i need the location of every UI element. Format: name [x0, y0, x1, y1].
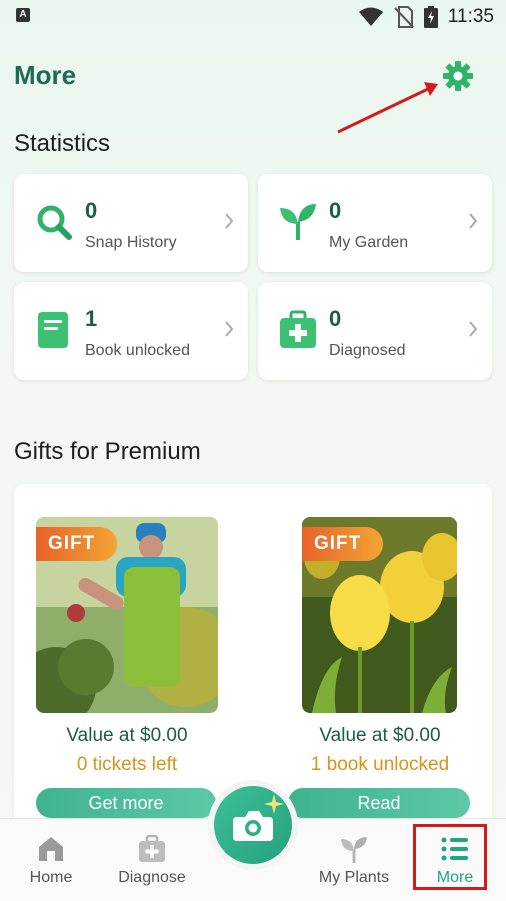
gift-badge: GIFT: [36, 527, 118, 561]
book-icon: [38, 312, 68, 348]
page-title: More: [14, 60, 77, 90]
statistics-title: Statistics: [14, 130, 111, 157]
clock: 11:35: [447, 6, 494, 27]
status-bar: A 11:35: [0, 0, 506, 34]
settings-button[interactable]: [440, 58, 476, 94]
gardener-image[interactable]: GIFT: [36, 517, 218, 713]
chevron-right-icon: [225, 213, 234, 229]
sprout-icon: [280, 204, 316, 240]
no-sim-icon: [394, 6, 414, 28]
chevron-right-icon: [225, 321, 234, 337]
search-icon: [37, 205, 72, 240]
chevron-right-icon: [469, 321, 478, 337]
annotation-arrow: [337, 82, 438, 134]
book-unlocked-card[interactable]: 1 Book unlocked: [14, 282, 248, 380]
stat-label: My Garden: [329, 234, 409, 251]
gift-value: Value at $0.00: [319, 725, 441, 746]
get-more-button[interactable]: Get more: [36, 788, 216, 818]
tulip-image[interactable]: GIFT: [302, 517, 457, 713]
gifts-title: Gifts for Premium: [14, 438, 201, 465]
stat-label: Snap History: [85, 234, 177, 251]
home-icon: [39, 837, 63, 861]
notification-icon: A: [16, 8, 30, 22]
nav-diagnose[interactable]: Diagnose: [110, 819, 194, 901]
wifi-icon: [358, 7, 383, 26]
camera-button[interactable]: [208, 780, 298, 870]
stat-label: Book unlocked: [85, 342, 190, 359]
gift-badge: GIFT: [302, 527, 384, 561]
medical-kit-icon: [139, 835, 165, 862]
gift-book-unlocked: 1 book unlocked: [310, 754, 450, 775]
sparkle-icon: [264, 794, 284, 814]
stat-value: 1: [85, 306, 98, 331]
read-button[interactable]: Read: [288, 788, 470, 818]
battery-charging-icon: [423, 6, 438, 28]
gift-value: Value at $0.00: [66, 725, 188, 746]
nav-label: Home: [29, 869, 73, 886]
stat-value: 0: [329, 306, 342, 331]
gift-tickets-left: 0 tickets left: [76, 754, 178, 775]
nav-home[interactable]: Home: [20, 819, 82, 901]
medical-kit-icon: [280, 310, 316, 348]
stat-label: Diagnosed: [329, 342, 406, 359]
sprout-icon: [341, 837, 367, 863]
chevron-right-icon: [469, 213, 478, 229]
stat-value: 0: [85, 198, 98, 223]
stat-value: 0: [329, 198, 342, 223]
nav-my-plants[interactable]: My Plants: [314, 819, 394, 901]
nav-label: My Plants: [318, 869, 390, 886]
snap-history-card[interactable]: 0 Snap History: [14, 174, 248, 272]
diagnosed-card[interactable]: 0 Diagnosed: [258, 282, 492, 380]
gear-icon: [443, 61, 473, 91]
annotation-highlight-box: [413, 824, 487, 890]
nav-label: Diagnose: [118, 869, 186, 886]
my-garden-card[interactable]: 0 My Garden: [258, 174, 492, 272]
